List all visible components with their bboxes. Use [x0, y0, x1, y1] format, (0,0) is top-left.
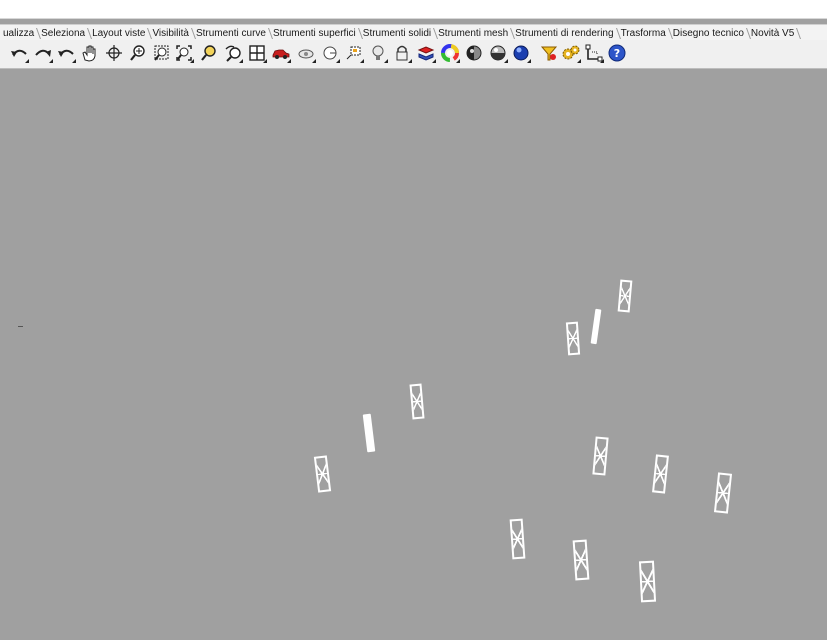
tab-novita-v5[interactable]: Novità V5: [748, 26, 798, 41]
tab-strumenti-solidi[interactable]: Strumenti solidi: [360, 26, 435, 41]
window-frame-object[interactable]: [409, 383, 425, 420]
osnap-icon[interactable]: [583, 42, 605, 64]
tab-disegno-tecnico[interactable]: Disegno tecnico: [670, 26, 748, 41]
zoom-extents-icon[interactable]: [173, 42, 195, 64]
zoom-selected-icon[interactable]: [198, 42, 220, 64]
tab-visibilita[interactable]: Visibilità: [149, 26, 193, 41]
window-frame-object[interactable]: [565, 321, 581, 356]
svg-text:?: ?: [614, 47, 620, 60]
tab-strumenti-rendering[interactable]: Strumenti di rendering: [512, 26, 617, 41]
window-frame-object[interactable]: [592, 436, 609, 476]
pan-hand-icon[interactable]: [78, 42, 100, 64]
title-strip: [0, 0, 827, 19]
light-bulb-icon[interactable]: [367, 42, 389, 64]
tab-layout-viste[interactable]: Layout viste: [89, 26, 149, 41]
redo-view-icon[interactable]: [32, 42, 54, 64]
four-viewports-icon[interactable]: [246, 42, 268, 64]
rendered-sphere-icon[interactable]: [487, 42, 509, 64]
blue-sphere-icon[interactable]: [510, 42, 532, 64]
tab-trasforma[interactable]: Trasforma: [618, 26, 670, 41]
window-frame-object[interactable]: [362, 413, 376, 453]
color-wheel-icon[interactable]: [439, 42, 461, 64]
tab-seleziona[interactable]: Seleziona: [38, 26, 89, 41]
3d-viewport[interactable]: [0, 69, 827, 640]
window-frame-object[interactable]: [617, 279, 633, 313]
window-frame-object[interactable]: [509, 518, 526, 560]
window-frame-object[interactable]: [652, 454, 669, 494]
layer-icon[interactable]: [415, 42, 437, 64]
gears-icon[interactable]: [560, 42, 582, 64]
undo-view-change-icon[interactable]: [222, 42, 244, 64]
toolbar-tab-bar: ualizza Seleziona Layout viste Visibilit…: [0, 24, 827, 41]
view-toolbar: ?: [0, 40, 827, 69]
window-frame-object[interactable]: [313, 455, 332, 493]
window-frame-object[interactable]: [590, 308, 602, 345]
zoom-window-icon[interactable]: [150, 42, 172, 64]
window-frame-object[interactable]: [572, 539, 590, 581]
camera-icon[interactable]: [295, 42, 317, 64]
named-views-icon[interactable]: [319, 42, 341, 64]
zoom-dynamic-icon[interactable]: [127, 42, 149, 64]
shaded-sphere-icon[interactable]: [463, 42, 485, 64]
capture-icon[interactable]: [343, 42, 365, 64]
help-icon[interactable]: ?: [606, 42, 628, 64]
tab-strumenti-superfici[interactable]: Strumenti superfici: [270, 26, 360, 41]
tab-strumenti-curve[interactable]: Strumenti curve: [193, 26, 270, 41]
undo-view-icon[interactable]: [8, 42, 30, 64]
rotate-view-icon[interactable]: [103, 42, 125, 64]
window-frame-object[interactable]: [638, 560, 657, 603]
car-icon[interactable]: [270, 42, 292, 64]
filter-icon[interactable]: [538, 42, 560, 64]
lock-icon[interactable]: [391, 42, 413, 64]
undo-icon[interactable]: [55, 42, 77, 64]
tab-strumenti-mesh[interactable]: Strumenti mesh: [435, 26, 512, 41]
window-frame-object[interactable]: [713, 472, 733, 514]
tab-visualizza[interactable]: ualizza: [0, 26, 38, 41]
viewport-mark: [18, 326, 23, 327]
